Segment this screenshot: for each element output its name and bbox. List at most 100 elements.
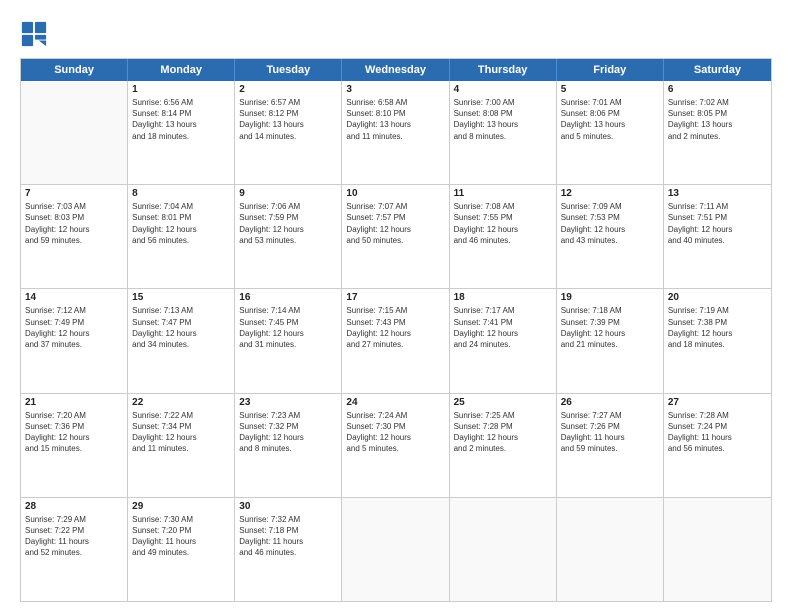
calendar-cell: 14Sunrise: 7:12 AM Sunset: 7:49 PM Dayli… (21, 289, 128, 392)
calendar-cell: 9 Sunrise: 7:06 AM Sunset: 7:59 PM Daylig… (235, 185, 342, 288)
day-info: Sunrise: 7:00 AM Sunset: 8:08 PM Dayligh… (454, 97, 552, 142)
day-number: 7 (25, 188, 123, 199)
day-number: 21 (25, 397, 123, 408)
calendar-cell: 29 Sunrise: 7:30 AM Sunset: 7:20 PM Dayli… (128, 498, 235, 601)
day-info: Sunrise: 7:11 AM Sunset: 7:51 PM Dayligh… (668, 201, 767, 246)
day-number: 28 (25, 501, 123, 512)
header-day-saturday: Saturday (664, 59, 771, 81)
day-info: Sunrise: 6:57 AM Sunset: 8:12 PM Dayligh… (239, 97, 337, 142)
calendar-cell (450, 498, 557, 601)
calendar-cell: 8 Sunrise: 7:04 AM Sunset: 8:01 PM Daylig… (128, 185, 235, 288)
calendar-cell: 24 Sunrise: 7:24 AM Sunset: 7:30 PM Dayli… (342, 394, 449, 497)
calendar-cell: 2 Sunrise: 6:57 AM Sunset: 8:12 PM Daylig… (235, 81, 342, 184)
day-number: 14 (25, 292, 123, 303)
day-info: Sunrise: 7:07 AM Sunset: 7:57 PM Dayligh… (346, 201, 444, 246)
calendar-cell (342, 498, 449, 601)
calendar-cell: 15 Sunrise: 7:13 AM Sunset: 7:47 PM Dayli… (128, 289, 235, 392)
day-info: Sunrise: 7:06 AM Sunset: 7:59 PM Dayligh… (239, 201, 337, 246)
calendar-row-2: 14Sunrise: 7:12 AM Sunset: 7:49 PM Dayli… (21, 289, 771, 393)
logo-icon (20, 20, 48, 48)
day-number: 4 (454, 84, 552, 95)
day-number: 6 (668, 84, 767, 95)
calendar-row-4: 28 Sunrise: 7:29 AM Sunset: 7:22 PM Dayli… (21, 498, 771, 601)
day-number: 11 (454, 188, 552, 199)
logo (20, 20, 52, 48)
calendar-cell: 20 Sunrise: 7:19 AM Sunset: 7:38 PM Dayli… (664, 289, 771, 392)
calendar-cell: 12 Sunrise: 7:09 AM Sunset: 7:53 PM Dayli… (557, 185, 664, 288)
calendar-cell: 22Sunrise: 7:22 AM Sunset: 7:34 PM Dayli… (128, 394, 235, 497)
day-number: 3 (346, 84, 444, 95)
calendar-cell: 27 Sunrise: 7:28 AM Sunset: 7:24 PM Dayli… (664, 394, 771, 497)
header-day-friday: Friday (557, 59, 664, 81)
calendar-cell: 26 Sunrise: 7:27 AM Sunset: 7:26 PM Dayli… (557, 394, 664, 497)
day-info: Sunrise: 7:19 AM Sunset: 7:38 PM Dayligh… (668, 305, 767, 350)
day-number: 30 (239, 501, 337, 512)
day-info: Sunrise: 7:04 AM Sunset: 8:01 PM Dayligh… (132, 201, 230, 246)
day-info: Sunrise: 7:29 AM Sunset: 7:22 PM Dayligh… (25, 514, 123, 559)
calendar-cell: 4 Sunrise: 7:00 AM Sunset: 8:08 PM Daylig… (450, 81, 557, 184)
day-number: 12 (561, 188, 659, 199)
day-number: 25 (454, 397, 552, 408)
day-info: Sunrise: 6:58 AM Sunset: 8:10 PM Dayligh… (346, 97, 444, 142)
day-info: Sunrise: 7:03 AM Sunset: 8:03 PM Dayligh… (25, 201, 123, 246)
calendar-cell (664, 498, 771, 601)
calendar: SundayMondayTuesdayWednesdayThursdayFrid… (20, 58, 772, 602)
day-info: Sunrise: 7:23 AM Sunset: 7:32 PM Dayligh… (239, 410, 337, 455)
day-info: Sunrise: 7:15 AM Sunset: 7:43 PM Dayligh… (346, 305, 444, 350)
calendar-cell: 7 Sunrise: 7:03 AM Sunset: 8:03 PM Daylig… (21, 185, 128, 288)
day-number: 15 (132, 292, 230, 303)
day-info: Sunrise: 7:32 AM Sunset: 7:18 PM Dayligh… (239, 514, 337, 559)
day-number: 24 (346, 397, 444, 408)
day-info: Sunrise: 7:01 AM Sunset: 8:06 PM Dayligh… (561, 97, 659, 142)
day-number: 1 (132, 84, 230, 95)
calendar-cell: 19Sunrise: 7:18 AM Sunset: 7:39 PM Dayli… (557, 289, 664, 392)
page-header (20, 16, 772, 48)
calendar-cell (21, 81, 128, 184)
day-info: Sunrise: 7:27 AM Sunset: 7:26 PM Dayligh… (561, 410, 659, 455)
day-number: 27 (668, 397, 767, 408)
calendar-row-0: 1 Sunrise: 6:56 AM Sunset: 8:14 PM Daylig… (21, 81, 771, 185)
day-info: Sunrise: 6:56 AM Sunset: 8:14 PM Dayligh… (132, 97, 230, 142)
day-number: 26 (561, 397, 659, 408)
day-number: 9 (239, 188, 337, 199)
day-number: 10 (346, 188, 444, 199)
day-number: 2 (239, 84, 337, 95)
calendar-cell: 18 Sunrise: 7:17 AM Sunset: 7:41 PM Dayli… (450, 289, 557, 392)
calendar-cell: 3 Sunrise: 6:58 AM Sunset: 8:10 PM Daylig… (342, 81, 449, 184)
calendar-cell: 1 Sunrise: 6:56 AM Sunset: 8:14 PM Daylig… (128, 81, 235, 184)
day-number: 13 (668, 188, 767, 199)
calendar-cell: 13 Sunrise: 7:11 AM Sunset: 7:51 PM Dayli… (664, 185, 771, 288)
day-info: Sunrise: 7:17 AM Sunset: 7:41 PM Dayligh… (454, 305, 552, 350)
day-number: 8 (132, 188, 230, 199)
day-info: Sunrise: 7:13 AM Sunset: 7:47 PM Dayligh… (132, 305, 230, 350)
calendar-cell: 6Sunrise: 7:02 AM Sunset: 8:05 PM Daylig… (664, 81, 771, 184)
day-info: Sunrise: 7:30 AM Sunset: 7:20 PM Dayligh… (132, 514, 230, 559)
calendar-cell: 30 Sunrise: 7:32 AM Sunset: 7:18 PM Dayli… (235, 498, 342, 601)
day-number: 17 (346, 292, 444, 303)
calendar-cell: 10 Sunrise: 7:07 AM Sunset: 7:57 PM Dayli… (342, 185, 449, 288)
day-info: Sunrise: 7:14 AM Sunset: 7:45 PM Dayligh… (239, 305, 337, 350)
day-info: Sunrise: 7:09 AM Sunset: 7:53 PM Dayligh… (561, 201, 659, 246)
day-info: Sunrise: 7:24 AM Sunset: 7:30 PM Dayligh… (346, 410, 444, 455)
calendar-cell: 23 Sunrise: 7:23 AM Sunset: 7:32 PM Dayli… (235, 394, 342, 497)
header-day-wednesday: Wednesday (342, 59, 449, 81)
day-number: 23 (239, 397, 337, 408)
day-number: 20 (668, 292, 767, 303)
calendar-row-3: 21Sunrise: 7:20 AM Sunset: 7:36 PM Dayli… (21, 394, 771, 498)
day-number: 18 (454, 292, 552, 303)
calendar-cell: 11 Sunrise: 7:08 AM Sunset: 7:55 PM Dayli… (450, 185, 557, 288)
header-day-thursday: Thursday (450, 59, 557, 81)
calendar-cell (557, 498, 664, 601)
day-number: 19 (561, 292, 659, 303)
day-info: Sunrise: 7:08 AM Sunset: 7:55 PM Dayligh… (454, 201, 552, 246)
day-number: 29 (132, 501, 230, 512)
day-info: Sunrise: 7:22 AM Sunset: 7:34 PM Dayligh… (132, 410, 230, 455)
calendar-cell: 21Sunrise: 7:20 AM Sunset: 7:36 PM Dayli… (21, 394, 128, 497)
day-info: Sunrise: 7:28 AM Sunset: 7:24 PM Dayligh… (668, 410, 767, 455)
header-day-tuesday: Tuesday (235, 59, 342, 81)
calendar-cell: 5Sunrise: 7:01 AM Sunset: 8:06 PM Daylig… (557, 81, 664, 184)
calendar-cell: 25 Sunrise: 7:25 AM Sunset: 7:28 PM Dayli… (450, 394, 557, 497)
header-day-sunday: Sunday (21, 59, 128, 81)
day-info: Sunrise: 7:25 AM Sunset: 7:28 PM Dayligh… (454, 410, 552, 455)
calendar-cell: 28 Sunrise: 7:29 AM Sunset: 7:22 PM Dayli… (21, 498, 128, 601)
